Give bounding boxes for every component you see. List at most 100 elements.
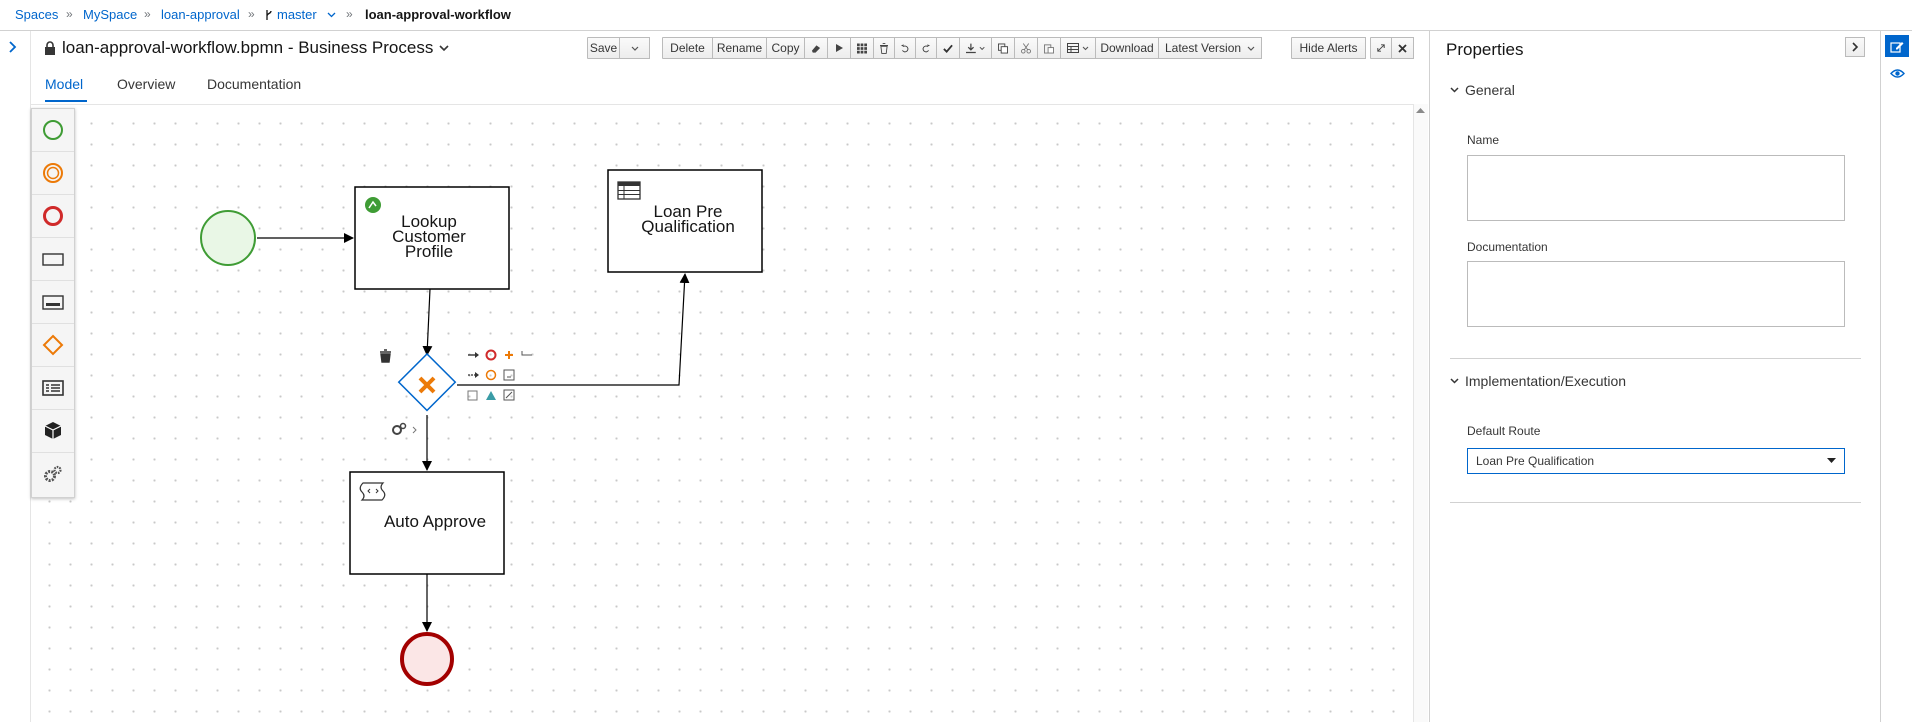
gears-icon[interactable] <box>392 422 407 435</box>
close-editor-button[interactable] <box>1392 37 1414 59</box>
paste-icon <box>1044 43 1054 53</box>
save-button[interactable]: Save <box>587 37 620 59</box>
breadcrumb-separator: » <box>248 7 255 21</box>
section-general-toggle[interactable]: General <box>1450 82 1515 98</box>
intermediate-event-tool-icon[interactable] <box>485 369 497 381</box>
default-route-select[interactable]: Loan Pre Qualification <box>1467 448 1845 474</box>
cube-icon <box>44 422 62 439</box>
breadcrumb-spaces-link[interactable]: Spaces <box>15 7 58 22</box>
palette-end-events[interactable] <box>32 195 74 238</box>
palette-artifacts[interactable] <box>32 410 74 453</box>
copy-diagram-button[interactable] <box>992 37 1015 59</box>
flow-gateway-to-prequalification[interactable] <box>457 273 690 386</box>
expand-left-panel-icon[interactable] <box>8 41 18 53</box>
paste-button[interactable] <box>1038 37 1061 59</box>
latest-version-label: Latest Version <box>1165 41 1242 55</box>
rule-task-icon <box>365 197 381 213</box>
end-event-tool-icon[interactable] <box>485 349 497 361</box>
play-icon <box>835 44 843 52</box>
section-implementation-toggle[interactable]: Implementation/Execution <box>1450 373 1626 389</box>
validate-button[interactable] <box>937 37 960 59</box>
collapse-properties-button[interactable] <box>1845 37 1865 57</box>
end-event-icon <box>43 206 63 226</box>
download-button[interactable]: Download <box>1096 37 1159 59</box>
alerts-group: Hide Alerts <box>1291 37 1366 59</box>
copy-button[interactable]: Copy <box>767 37 805 59</box>
palette-gateways[interactable] <box>32 324 74 367</box>
task-lookup-customer-profile[interactable]: Lookup Customer Profile <box>354 186 510 290</box>
tab-documentation[interactable]: Documentation <box>207 76 301 92</box>
trash-button[interactable] <box>874 37 895 59</box>
maximize-button[interactable] <box>1370 37 1392 59</box>
task-loan-pre-qualification[interactable]: Loan Pre Qualification <box>607 169 763 273</box>
undo-button[interactable] <box>895 37 916 59</box>
shape-palette <box>31 108 75 498</box>
palette-service-tasks[interactable] <box>32 453 74 495</box>
breadcrumb-separator: » <box>346 7 353 21</box>
active-tab-indicator <box>45 100 87 102</box>
redo-button[interactable] <box>916 37 937 59</box>
editor-title[interactable]: loan-approval-workflow.bpmn - Business P… <box>44 38 449 58</box>
trash-icon <box>880 42 888 54</box>
properties-tool-button[interactable] <box>1885 35 1909 57</box>
task-auto-approve[interactable]: Auto Approve <box>349 471 505 575</box>
breadcrumb-space-link[interactable]: MySpace <box>83 7 137 22</box>
exclusive-gateway[interactable] <box>397 352 457 412</box>
chevron-down-icon <box>979 46 985 50</box>
chevron-down-icon <box>631 46 638 51</box>
default-route-value: Loan Pre Qualification <box>1476 454 1595 468</box>
left-panel-rail <box>0 31 31 722</box>
start-event-icon <box>43 120 63 140</box>
task-tool-icon[interactable] <box>467 390 478 401</box>
scroll-up-icon <box>1416 108 1425 113</box>
cut-button[interactable] <box>1015 37 1038 59</box>
default-route-label: Default Route <box>1467 424 1541 438</box>
node-delete-control[interactable] <box>380 349 391 363</box>
eye-icon[interactable] <box>1890 68 1905 79</box>
documentation-field[interactable] <box>1467 261 1845 327</box>
rename-button[interactable]: Rename <box>713 37 767 59</box>
list-box-icon <box>42 380 64 396</box>
canvas-scrollbar[interactable] <box>1413 104 1428 722</box>
latest-version-dropdown[interactable]: Latest Version <box>1159 37 1262 59</box>
section-divider <box>1450 502 1861 503</box>
save-group: Save <box>587 37 650 59</box>
properties-panel: Properties General Name Documentation Im… <box>1429 31 1881 722</box>
chevron-right-icon <box>1851 42 1858 52</box>
end-event[interactable] <box>400 632 454 686</box>
transform-tool-icon[interactable] <box>486 391 496 400</box>
annotation-tool-icon[interactable] <box>521 351 532 356</box>
editor-toolbar: Delete Rename Copy Download Latest Versi… <box>662 37 1262 59</box>
palette-activities[interactable] <box>32 238 74 281</box>
palette-intermediate-events[interactable] <box>32 152 74 195</box>
intermediate-event-icon <box>43 163 63 183</box>
tab-model[interactable]: Model <box>45 76 83 92</box>
gateway-tool-icon[interactable] <box>505 351 513 359</box>
business-rule-icon <box>617 181 641 200</box>
flow-lookup-to-gateway[interactable] <box>422 288 433 356</box>
palette-containers[interactable] <box>32 367 74 410</box>
breadcrumb-project-link[interactable]: loan-approval <box>161 7 240 22</box>
tab-overview[interactable]: Overview <box>117 76 175 92</box>
start-event[interactable] <box>200 210 256 266</box>
subprocess-tool-icon[interactable] <box>503 369 515 381</box>
save-options-button[interactable] <box>620 37 650 59</box>
chevron-right-icon <box>412 426 417 434</box>
hide-alerts-button[interactable]: Hide Alerts <box>1291 37 1366 59</box>
branch-selector[interactable]: master <box>265 7 336 22</box>
palette-subprocesses[interactable] <box>32 281 74 324</box>
editor-tabs: Model Overview Documentation <box>30 70 1430 106</box>
delete-button[interactable]: Delete <box>662 37 713 59</box>
clear-button[interactable] <box>805 37 828 59</box>
palette-start-events[interactable] <box>32 109 74 152</box>
grid-button[interactable] <box>851 37 874 59</box>
section-implementation-label: Implementation/Execution <box>1465 373 1627 389</box>
export-button[interactable] <box>960 37 992 59</box>
name-field[interactable] <box>1467 155 1845 221</box>
edit-icon <box>1890 41 1904 53</box>
checkmark-icon <box>943 44 953 53</box>
run-button[interactable] <box>828 37 851 59</box>
breadcrumb-separator: » <box>66 7 73 21</box>
view-options-button[interactable] <box>1061 37 1096 59</box>
right-tool-rail <box>1880 31 1912 722</box>
